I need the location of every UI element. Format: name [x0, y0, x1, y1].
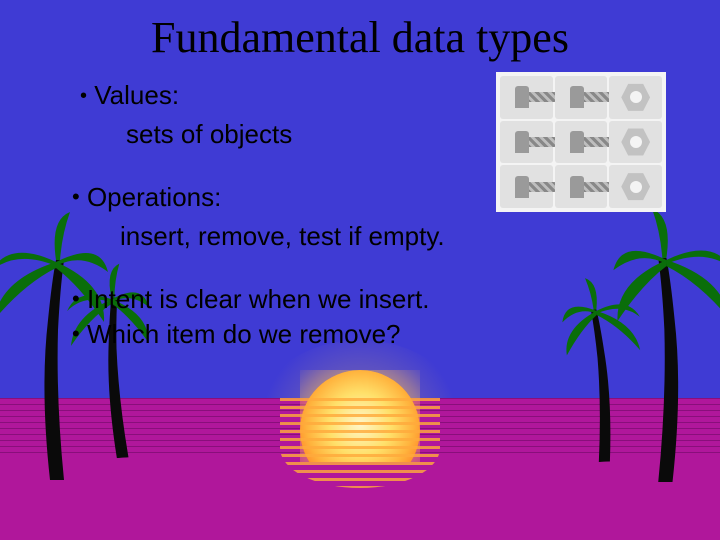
bullet-which-text: Which item do we remove? [87, 319, 401, 349]
bullet-which: • Which item do we remove? [72, 317, 660, 352]
bullet-values-sub: sets of objects [126, 117, 660, 152]
slide-body: • Values: sets of objects • Operations: … [80, 78, 660, 353]
bullet-values: • Values: [80, 78, 660, 113]
bullet-operations-sub: insert, remove, test if empty. [120, 219, 660, 254]
sun-reflection [280, 398, 440, 488]
bullet-operations: • Operations: [72, 180, 660, 215]
slide-title: Fundamental data types [0, 12, 720, 63]
bullet-dot-icon: • [72, 286, 80, 311]
bullet-dot-icon: • [72, 184, 80, 209]
bullet-dot-icon: • [80, 85, 87, 107]
bullet-dot-icon: • [72, 321, 80, 346]
bullet-intent: • Intent is clear when we insert. [72, 282, 660, 317]
bullet-intent-text: Intent is clear when we insert. [87, 284, 430, 314]
bullet-values-label: Values: [94, 80, 179, 110]
bullet-operations-label: Operations: [87, 182, 221, 212]
